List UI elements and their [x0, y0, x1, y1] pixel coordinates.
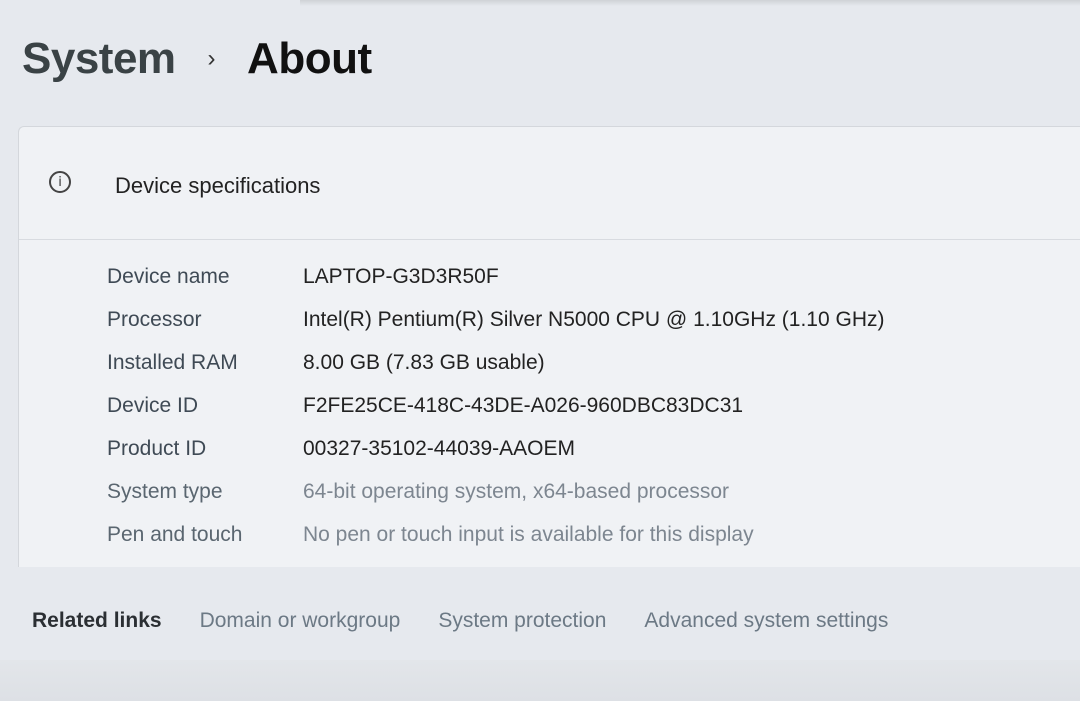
spec-label: Device ID — [107, 394, 199, 417]
spec-value: Intel(R) Pentium(R) Silver N5000 CPU @ 1… — [303, 308, 885, 331]
spec-value: LAPTOP-G3D3R50F — [303, 265, 499, 288]
device-specifications-header[interactable]: i Device specifications — [19, 127, 1080, 240]
window-top-edge — [300, 0, 1080, 6]
spec-label: Device name — [107, 265, 230, 288]
info-icon: i — [49, 171, 71, 193]
spec-value: 00327-35102-44039-AAOEM — [303, 437, 576, 460]
related-links-bar: Related links Domain or workgroup System… — [0, 586, 1080, 656]
breadcrumb: System › About — [22, 34, 372, 84]
device-specifications-title: Device specifications — [115, 173, 321, 198]
bottom-area — [0, 660, 1080, 701]
spec-label: Processor — [107, 308, 202, 331]
chevron-right-icon: › — [207, 45, 216, 72]
spec-label: Pen and touch — [107, 523, 243, 546]
breadcrumb-system-link[interactable]: System — [22, 34, 176, 84]
related-links-title: Related links — [32, 609, 162, 632]
spec-label: Product ID — [107, 437, 207, 460]
advanced-system-settings-link[interactable]: Advanced system settings — [644, 609, 888, 633]
spec-label: System type — [107, 480, 223, 503]
domain-or-workgroup-link[interactable]: Domain or workgroup — [200, 609, 401, 633]
page-title: About — [247, 34, 372, 83]
spec-value: 64-bit operating system, x64-based proce… — [303, 480, 730, 503]
spec-label: Installed RAM — [107, 351, 238, 374]
system-protection-link[interactable]: System protection — [438, 609, 606, 633]
device-specifications-card: i Device specifications Device name LAPT… — [18, 126, 1080, 567]
spec-value: F2FE25CE-418C-43DE-A026-960DBC83DC31 — [303, 394, 744, 417]
spec-value: 8.00 GB (7.83 GB usable) — [303, 351, 545, 374]
spec-value: No pen or touch input is available for t… — [303, 523, 754, 546]
